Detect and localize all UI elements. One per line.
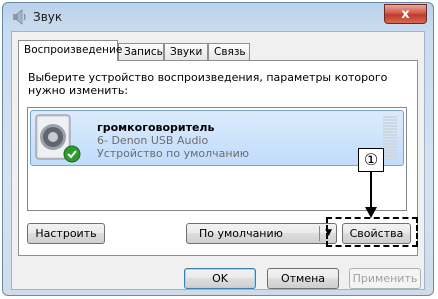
tab-label: Запись	[124, 46, 163, 58]
device-description: 6- Denon USB Audio	[97, 134, 209, 147]
callout-number: ①	[358, 148, 384, 172]
device-status: Устройство по умолчанию	[97, 147, 250, 160]
device-name: громкоговоритель	[97, 121, 215, 134]
instruction-text: Выберите устройство воспроизведения, пар…	[28, 71, 388, 97]
set-default-button[interactable]: По умолчанию ▼	[186, 223, 337, 244]
set-default-label: По умолчанию	[199, 227, 283, 240]
sound-app-icon	[13, 9, 26, 25]
title-bar[interactable]: Звук x	[3, 3, 433, 31]
callout-arrow-icon	[365, 171, 377, 218]
check-icon	[63, 145, 81, 163]
window-title: Звук	[33, 10, 63, 24]
cancel-button[interactable]: Отмена	[267, 268, 339, 289]
ok-button[interactable]: OK	[184, 268, 256, 289]
apply-button[interactable]: Применить	[349, 268, 421, 289]
tab-label: Воспроизведение	[24, 44, 123, 56]
close-icon: x	[401, 7, 410, 22]
configure-label: Настроить	[35, 227, 97, 240]
close-button[interactable]: x	[384, 4, 427, 24]
tab-communications[interactable]: Связь	[208, 43, 250, 60]
configure-button[interactable]: Настроить	[27, 223, 105, 244]
tab-label: Звуки	[170, 46, 203, 58]
tab-sounds[interactable]: Звуки	[164, 43, 208, 60]
cancel-label: Отмена	[280, 272, 326, 285]
tab-playback[interactable]: Воспроизведение	[18, 40, 122, 61]
ok-label: OK	[212, 272, 228, 285]
tab-label: Связь	[214, 46, 246, 58]
level-meter	[383, 116, 397, 162]
apply-label: Применить	[352, 272, 418, 285]
device-item-speaker[interactable]: громкоговоритель 6- Denon USB Audio Устр…	[30, 110, 404, 166]
device-list[interactable]: громкоговоритель 6- Denon USB Audio Устр…	[27, 107, 407, 211]
tab-recording[interactable]: Запись	[118, 43, 164, 60]
callout-highlight-box	[326, 217, 418, 247]
